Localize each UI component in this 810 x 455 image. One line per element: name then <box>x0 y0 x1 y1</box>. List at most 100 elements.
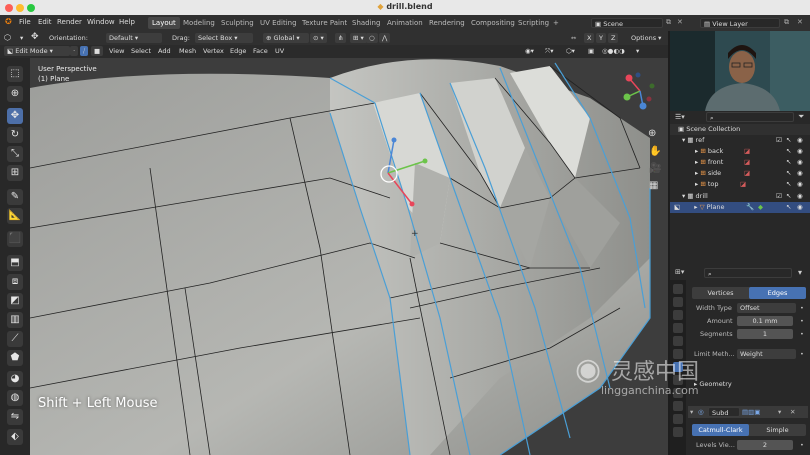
tab-scripting[interactable]: Scripting <box>514 17 553 29</box>
scene-selector[interactable]: ▣ Scene <box>591 18 663 28</box>
cursor-select-icon[interactable]: ↖ <box>786 135 791 146</box>
cursor-select-icon[interactable]: ↖ <box>786 191 791 202</box>
zoom-icon[interactable]: ⊕ <box>648 128 656 139</box>
edge-slide-tool[interactable]: ⇋ <box>7 409 23 425</box>
constraints-tab-icon[interactable] <box>673 401 683 411</box>
eye-icon[interactable]: ◉ <box>797 135 803 146</box>
keyframe-dot-icon[interactable]: • <box>800 441 804 449</box>
close-icon[interactable]: ✕ <box>677 18 683 26</box>
limit-method-dropdown[interactable]: Weight <box>737 349 796 359</box>
modifier-name-field[interactable]: Subd <box>708 407 740 417</box>
geometry-panel-header[interactable]: ▸ Geometry <box>694 380 732 388</box>
amount-field[interactable]: 0.1 mm <box>737 316 793 326</box>
drag-dropdown[interactable]: Select Box ▾ <box>195 33 253 43</box>
edges-toggle[interactable]: Edges <box>749 287 806 299</box>
checkbox-icon[interactable]: ☑ <box>776 191 782 202</box>
outliner-item-plane[interactable]: ⬕ ▸ ▽ Plane 🔧 ◆ ↖ ◉ <box>670 202 810 213</box>
gizmo-toggle-icon[interactable]: ⤧▾ <box>545 46 553 56</box>
options-menu[interactable]: Options ▾ <box>628 33 664 43</box>
pivot-point-button[interactable]: ⊙ ▾ <box>310 33 327 43</box>
output-tab-icon[interactable] <box>673 310 683 320</box>
mirror-y-toggle[interactable]: Y <box>596 33 606 43</box>
outliner-item-side[interactable]: ▸ ⊞ side ◪ ↖ ◉ <box>670 168 810 179</box>
outliner-item-front[interactable]: ▸ ⊞ front ◪ ↖ ◉ <box>670 157 810 168</box>
keyframe-dot-icon[interactable]: • <box>800 317 804 325</box>
transform-tool-icon[interactable]: ✥ <box>31 32 39 42</box>
mirror-icon[interactable]: ⇿ <box>571 33 576 43</box>
menu-help[interactable]: Help <box>119 18 135 26</box>
properties-type-icon[interactable]: ⊞▾ <box>675 268 684 276</box>
menu-uv[interactable]: UV <box>275 46 284 56</box>
poly-build-tool[interactable]: ⬟ <box>7 350 23 366</box>
tab-modeling[interactable]: Modeling <box>179 17 219 29</box>
collection-row[interactable]: ▣ Scene Collection <box>670 124 810 135</box>
render-tab-icon[interactable] <box>673 297 683 307</box>
tab-shading[interactable]: Shading <box>348 17 384 29</box>
keyframe-dot-icon[interactable]: • <box>800 304 804 312</box>
measure-tool[interactable]: 📐 <box>7 208 23 224</box>
width-type-dropdown[interactable]: Offset <box>737 303 796 313</box>
vertex-select-mode-button[interactable]: ⋅ <box>70 46 79 56</box>
smooth-tool[interactable]: ◍ <box>7 390 23 406</box>
view-layer-selector[interactable]: ▤ View Layer <box>700 18 780 28</box>
navigation-gizmo[interactable] <box>615 66 665 116</box>
orientation-dropdown[interactable]: Default ▾ <box>106 33 162 43</box>
outliner-item-back[interactable]: ▸ ⊞ back ◪ ↖ ◉ <box>670 146 810 157</box>
spin-tool[interactable]: ◕ <box>7 371 23 387</box>
shading-options-icon[interactable]: ▾ <box>636 46 639 56</box>
eye-icon[interactable]: ◉ <box>797 191 803 202</box>
properties-search-input[interactable]: ⌕ <box>704 268 792 278</box>
menu-render[interactable]: Render <box>57 18 82 26</box>
proportional-falloff-button[interactable]: ⋀ <box>379 33 391 43</box>
face-select-mode-button[interactable]: ■ <box>91 46 104 56</box>
snap-target-button[interactable]: ⊞ ▾ <box>350 33 367 43</box>
cursor-select-icon[interactable]: ↖ <box>786 146 791 157</box>
menu-view[interactable]: View <box>109 46 124 56</box>
tab-animation[interactable]: Animation <box>383 17 427 29</box>
outliner-item-ref[interactable]: ▾ ▦ ref ☑ ↖ ◉ <box>670 135 810 146</box>
tab-layout[interactable]: Layout <box>148 17 180 29</box>
checkbox-icon[interactable]: ☑ <box>776 135 782 146</box>
scale-tool[interactable]: ⤡ <box>7 146 23 162</box>
tab-texture-paint[interactable]: Texture Paint <box>298 17 351 29</box>
menu-face[interactable]: Face <box>253 46 268 56</box>
transform-tool[interactable]: ⊞ <box>7 165 23 181</box>
outliner-item-top[interactable]: ▸ ⊞ top ◪ ↖ ◉ <box>670 179 810 190</box>
tab-uv-editing[interactable]: UV Editing <box>256 17 301 29</box>
segments-field[interactable]: 1 <box>737 329 793 339</box>
eye-icon[interactable]: ◉ <box>797 202 803 213</box>
menu-file[interactable]: File <box>19 18 31 26</box>
tab-sculpting[interactable]: Sculpting <box>217 17 258 29</box>
catmull-clark-toggle[interactable]: Catmull-Clark <box>692 424 749 436</box>
rotate-tool[interactable]: ↻ <box>7 127 23 143</box>
copy-icon[interactable]: ⧉ <box>666 18 671 27</box>
perspective-toggle-icon[interactable]: ▦ <box>649 180 658 191</box>
tab-compositing[interactable]: Compositing <box>467 17 519 29</box>
world-tab-icon[interactable] <box>673 336 683 346</box>
close-icon[interactable]: ✕ <box>797 18 803 26</box>
menu-select[interactable]: Select <box>131 46 151 56</box>
extrude-tool[interactable]: ⬒ <box>7 255 23 271</box>
levels-viewport-field[interactable]: 2 <box>737 440 793 450</box>
simple-toggle[interactable]: Simple <box>749 424 806 436</box>
loop-cut-tool[interactable]: ▥ <box>7 312 23 328</box>
blender-logo-icon[interactable]: ✪ <box>5 17 12 26</box>
eye-icon[interactable]: ◉ <box>797 168 803 179</box>
menu-edit[interactable]: Edit <box>38 18 52 26</box>
keyframe-dot-icon[interactable]: • <box>800 350 804 358</box>
menu-mesh[interactable]: Mesh <box>179 46 196 56</box>
pin-icon[interactable]: ▾ <box>798 268 802 277</box>
add-workspace-button[interactable]: + <box>549 17 563 29</box>
keyframe-dot-icon[interactable]: • <box>800 330 804 338</box>
outliner-search-input[interactable]: ⌕ <box>706 112 794 122</box>
cursor-select-icon[interactable]: ↖ <box>786 202 791 213</box>
move-tool[interactable]: ✥ <box>7 108 23 124</box>
menu-add[interactable]: Add <box>158 46 171 56</box>
inset-tool[interactable]: ⧈ <box>7 274 23 290</box>
cursor-tool[interactable]: ⊕ <box>7 86 23 102</box>
copy-icon[interactable]: ⧉ <box>784 18 789 27</box>
cursor-select-icon[interactable]: ↖ <box>786 157 791 168</box>
close-icon[interactable]: ✕ <box>790 408 795 416</box>
select-box-tool[interactable]: ⬚ <box>7 66 23 82</box>
menu-vertex[interactable]: Vertex <box>203 46 224 56</box>
